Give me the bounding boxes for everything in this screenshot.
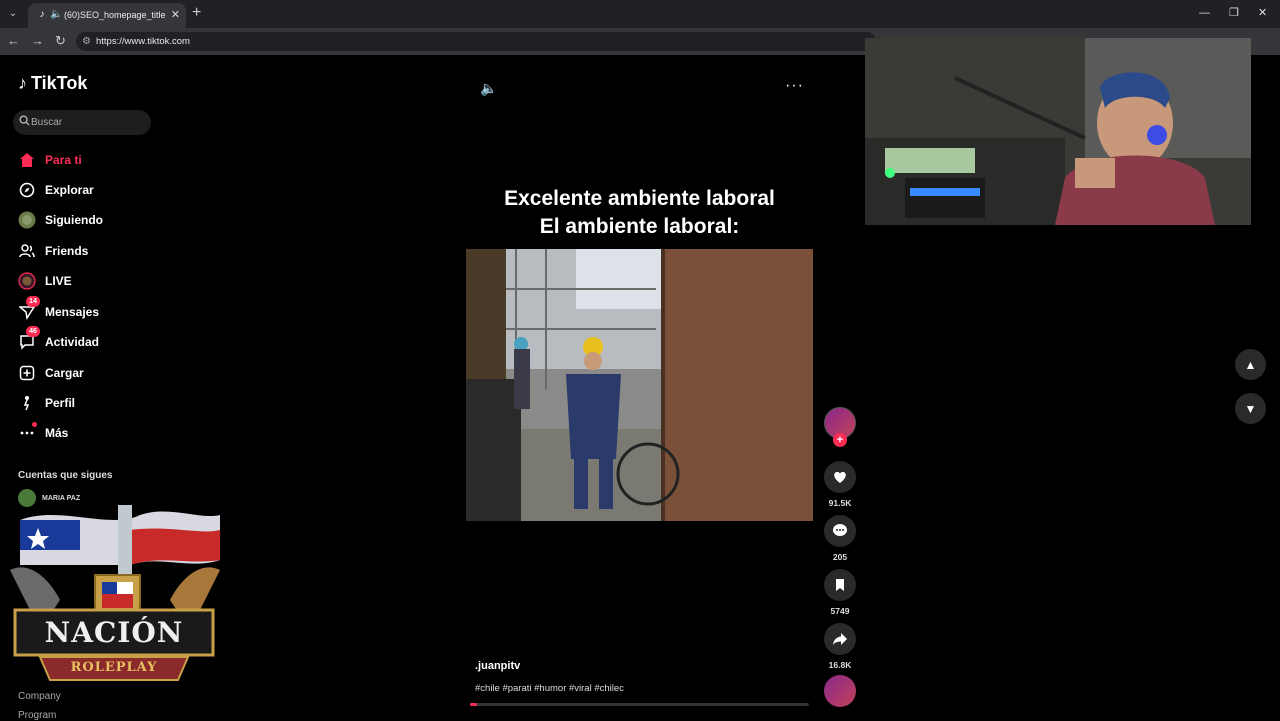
- share-count: 16.8K: [828, 660, 852, 670]
- next-video-avatar[interactable]: [824, 675, 856, 707]
- nav-label: Explorar: [45, 183, 94, 197]
- logo-title: NACIÓN: [44, 616, 184, 649]
- browser-tab-strip: ⌄ ♪ 🔈 (60)SEO_homepage_title ✕ + — ❐ ✕: [0, 0, 1280, 28]
- nav-label: Cargar: [45, 366, 84, 380]
- nav-label: Para ti: [45, 153, 82, 167]
- video-feed: 🔈 ··· Excelente ambiente laboral El ambi…: [240, 55, 865, 720]
- following-avatar-icon: [18, 211, 36, 229]
- chevron-down-icon[interactable]: ▼: [1235, 393, 1266, 424]
- search-input[interactable]: [31, 114, 145, 131]
- share-action: 16.8K: [824, 623, 856, 670]
- nav-item-friends[interactable]: Friends: [18, 241, 218, 261]
- tab-search-icon[interactable]: ⌄: [4, 5, 22, 23]
- nav-item-actividad[interactable]: 46 Actividad: [18, 326, 218, 352]
- share-arrow-icon[interactable]: [824, 623, 856, 655]
- video-hashtags[interactable]: #chile #parati #humor #viral #chilec: [475, 683, 624, 694]
- nav-label: LIVE: [45, 274, 72, 288]
- footer-link-program[interactable]: Program: [18, 710, 56, 721]
- nav-item-cargar[interactable]: Cargar: [18, 363, 218, 383]
- caption-line-1: Excelente ambiente laboral: [504, 187, 775, 210]
- video-progress-bar[interactable]: [470, 703, 809, 706]
- nav-item-siguiendo[interactable]: Siguiendo: [18, 210, 218, 230]
- messages-icon: 14: [18, 296, 40, 321]
- bookmark-icon[interactable]: [824, 569, 856, 601]
- search-icon: [19, 115, 30, 130]
- following-section-title: Cuentas que sigues: [18, 470, 113, 481]
- activity-icon: 46: [18, 326, 40, 351]
- video-caption: Excelente ambiente laboral El ambiente l…: [466, 185, 813, 241]
- logo-text: TikTok: [31, 73, 88, 93]
- nav-label: Mensajes: [45, 305, 100, 319]
- like-action: 91.5K: [824, 461, 856, 508]
- upload-icon: [18, 364, 36, 382]
- chevron-up-icon[interactable]: ▲: [1235, 349, 1266, 380]
- profile-icon: [18, 394, 36, 412]
- volume-icon[interactable]: 🔈: [480, 80, 497, 97]
- site-info-icon[interactable]: ⚙: [82, 35, 91, 48]
- save-count: 5749: [830, 606, 850, 616]
- nav-item-para-ti[interactable]: Para ti: [18, 150, 218, 170]
- messages-badge: 14: [26, 296, 40, 307]
- forward-icon[interactable]: →: [31, 33, 44, 49]
- search-box[interactable]: [13, 110, 151, 135]
- nav-label: Más: [45, 426, 69, 440]
- comment-action: 205: [824, 515, 856, 562]
- streamer-webcam: [865, 38, 1251, 225]
- nav-label: Perfil: [45, 396, 76, 410]
- restore-icon[interactable]: ❐: [1229, 6, 1239, 20]
- tiktok-logo[interactable]: ♪ TikTok: [18, 73, 87, 93]
- nav-item-mensajes[interactable]: 14 Mensajes: [18, 296, 218, 322]
- reload-icon[interactable]: ↻: [55, 33, 66, 49]
- more-dot-badge: [32, 422, 37, 427]
- nav-item-mas[interactable]: Más: [18, 422, 218, 443]
- tiktok-page: ♪ TikTok Para ti Explorar Siguiendo: [0, 38, 1280, 721]
- minimize-icon[interactable]: —: [1199, 6, 1210, 20]
- comment-icon[interactable]: [824, 515, 856, 547]
- tiktok-note-icon: ♪: [18, 73, 27, 93]
- logo-subtitle: ROLEPLAY: [70, 660, 158, 675]
- follow-plus-icon[interactable]: +: [833, 433, 847, 447]
- save-action: 5749: [824, 569, 856, 616]
- like-count: 91.5K: [828, 498, 852, 508]
- tiktok-favicon-icon: ♪: [39, 9, 45, 20]
- back-icon[interactable]: ←: [7, 33, 20, 49]
- browser-tab[interactable]: ♪ 🔈 (60)SEO_homepage_title ✕: [28, 3, 186, 28]
- audio-playing-icon[interactable]: 🔈: [50, 9, 62, 21]
- more-icon: [18, 422, 37, 442]
- activity-badge: 46: [26, 326, 40, 337]
- like-heart-icon[interactable]: [824, 461, 856, 493]
- nav-item-perfil[interactable]: Perfil: [18, 393, 218, 413]
- address-bar[interactable]: ⚙ https://www.tiktok.com: [76, 32, 876, 51]
- nav-label: Friends: [45, 244, 89, 258]
- video-username[interactable]: .juanpitv: [475, 660, 520, 672]
- video-progress-fill: [470, 703, 477, 706]
- more-options-icon[interactable]: ···: [785, 77, 804, 95]
- nacion-roleplay-logo: NACIÓN ROLEPLAY: [0, 500, 228, 695]
- video-player[interactable]: [466, 249, 813, 521]
- tab-title: (60)SEO_homepage_title: [64, 10, 166, 20]
- live-icon: [18, 272, 36, 290]
- friends-icon: [18, 242, 36, 260]
- nav-label: Actividad: [45, 335, 100, 349]
- tab-close-icon[interactable]: ✕: [171, 8, 180, 22]
- nav-item-live[interactable]: LIVE: [18, 271, 218, 291]
- compass-icon: [18, 181, 36, 199]
- nav-item-explorar[interactable]: Explorar: [18, 180, 218, 200]
- url-text: https://www.tiktok.com: [96, 36, 190, 47]
- window-close-icon[interactable]: ✕: [1258, 6, 1267, 20]
- nav-label: Siguiendo: [45, 213, 103, 227]
- new-tab-icon[interactable]: +: [192, 5, 201, 21]
- caption-line-2: El ambiente laboral:: [539, 215, 740, 238]
- comment-count: 205: [832, 552, 848, 562]
- home-icon: [18, 151, 36, 169]
